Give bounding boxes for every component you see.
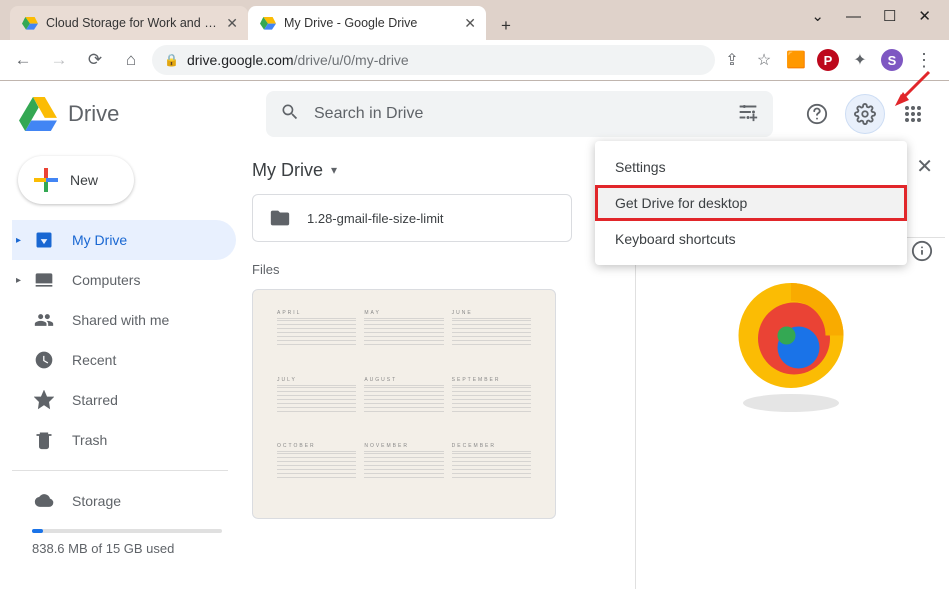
- search-icon: [280, 102, 300, 127]
- details-hero-illustration: [636, 238, 945, 418]
- files-section-label: Files: [252, 262, 619, 277]
- search-options-icon[interactable]: [737, 101, 759, 128]
- close-icon[interactable]: ✕: [226, 15, 238, 32]
- menu-item-settings[interactable]: Settings: [595, 149, 907, 185]
- browser-chrome: ⌄ — ☐ ✕ Cloud Storage for Work and Home …: [0, 0, 949, 81]
- drive-favicon-icon: [22, 15, 38, 31]
- drive-product-name: Drive: [68, 101, 119, 127]
- sidebar-item-label: Storage: [72, 493, 121, 509]
- cloud-icon: [34, 491, 54, 511]
- pinterest-icon[interactable]: P: [817, 49, 839, 71]
- browser-tab[interactable]: My Drive - Google Drive ✕: [248, 6, 486, 40]
- sidebar-item-label: Trash: [72, 432, 107, 448]
- trash-icon: [34, 430, 54, 450]
- caret-right-icon: ▸: [16, 275, 21, 286]
- folder-name: 1.28-gmail-file-size-limit: [307, 211, 444, 226]
- search-placeholder: Search in Drive: [314, 105, 723, 123]
- extension-icon[interactable]: 🟧: [785, 49, 807, 71]
- computers-icon: [34, 270, 54, 290]
- main-content: My Drive ▾ 1.28-gmail-file-size-limit Fi…: [236, 146, 635, 589]
- tab-title: Cloud Storage for Work and Home: [46, 16, 218, 30]
- drive-favicon-icon: [260, 15, 276, 31]
- sidebar-item-my-drive[interactable]: ▸ My Drive: [12, 220, 236, 260]
- back-button[interactable]: ←: [8, 45, 38, 75]
- bookmark-star-icon[interactable]: ☆: [753, 49, 775, 71]
- storage-progress: [32, 529, 222, 533]
- folder-item[interactable]: 1.28-gmail-file-size-limit: [252, 194, 572, 242]
- help-button[interactable]: [797, 94, 837, 134]
- sidebar-item-label: Computers: [72, 272, 140, 288]
- address-bar: ← → ⟳ ⌂ 🔒 drive.google.com/drive/u/0/my-…: [0, 40, 949, 80]
- tab-title: My Drive - Google Drive: [284, 16, 456, 30]
- forward-button[interactable]: →: [44, 45, 74, 75]
- new-button-label: New: [70, 172, 98, 188]
- settings-button[interactable]: [845, 94, 885, 134]
- browser-tab[interactable]: Cloud Storage for Work and Home ✕: [10, 6, 248, 40]
- sidebar-item-starred[interactable]: Starred: [12, 380, 236, 420]
- chevron-down-icon[interactable]: ⌄: [811, 7, 824, 25]
- storage-usage-text: 838.6 MB of 15 GB used: [12, 541, 236, 556]
- drive-logo-icon: [18, 97, 58, 131]
- settings-menu: Settings Get Drive for desktop Keyboard …: [595, 141, 907, 265]
- sidebar-item-label: Starred: [72, 392, 118, 408]
- reload-button[interactable]: ⟳: [80, 45, 110, 75]
- sidebar-item-trash[interactable]: Trash: [12, 420, 236, 460]
- tab-strip: Cloud Storage for Work and Home ✕ My Dri…: [0, 0, 949, 40]
- lock-icon: 🔒: [164, 53, 179, 67]
- star-icon: [34, 390, 54, 410]
- drive-header: Drive Search in Drive Settings: [4, 82, 945, 146]
- plus-icon: [34, 168, 58, 192]
- share-icon[interactable]: ⇪: [721, 49, 743, 71]
- extensions-puzzle-icon[interactable]: ✦: [849, 49, 871, 71]
- sidebar-item-recent[interactable]: Recent: [12, 340, 236, 380]
- menu-item-keyboard-shortcuts[interactable]: Keyboard shortcuts: [595, 221, 907, 257]
- sidebar-item-label: Recent: [72, 352, 116, 368]
- home-button[interactable]: ⌂: [116, 45, 146, 75]
- sidebar-item-storage[interactable]: Storage: [12, 481, 236, 521]
- drive-logo[interactable]: Drive: [18, 97, 254, 131]
- sidebar-item-shared[interactable]: Shared with me: [12, 300, 236, 340]
- menu-item-get-drive-desktop[interactable]: Get Drive for desktop: [595, 185, 907, 221]
- search-input[interactable]: Search in Drive: [266, 91, 773, 137]
- close-panel-button[interactable]: ✕: [916, 154, 933, 179]
- window-close-icon[interactable]: ✕: [918, 7, 931, 25]
- recent-icon: [34, 350, 54, 370]
- drive-app: Drive Search in Drive Settings: [4, 82, 945, 589]
- sidebar-item-label: Shared with me: [72, 312, 169, 328]
- breadcrumb-label: My Drive: [252, 160, 323, 181]
- folder-icon: [269, 207, 291, 229]
- window-minimize-icon[interactable]: —: [846, 8, 861, 25]
- sidebar-item-label: My Drive: [72, 232, 127, 248]
- new-button[interactable]: New: [18, 156, 134, 204]
- breadcrumb[interactable]: My Drive ▾: [252, 146, 619, 194]
- sidebar-item-computers[interactable]: ▸ Computers: [12, 260, 236, 300]
- annotation-arrow: [891, 70, 931, 110]
- shared-icon: [34, 310, 54, 330]
- kebab-menu-icon[interactable]: ⋮: [913, 49, 935, 71]
- my-drive-icon: [34, 230, 54, 250]
- window-maximize-icon[interactable]: ☐: [883, 7, 896, 25]
- profile-avatar[interactable]: S: [881, 49, 903, 71]
- chevron-down-icon: ▾: [331, 163, 337, 177]
- sidebar: New ▸ My Drive ▸ Computers Shared with m…: [4, 146, 236, 589]
- url-text: drive.google.com/drive/u/0/my-drive: [187, 52, 409, 68]
- new-tab-button[interactable]: +: [492, 12, 520, 40]
- close-icon[interactable]: ✕: [464, 15, 476, 32]
- caret-right-icon: ▸: [16, 235, 21, 246]
- file-thumbnail[interactable]: APRIL MAY JUNE JULY AUGUST SEPTEMBER OCT…: [252, 289, 556, 519]
- url-input[interactable]: 🔒 drive.google.com/drive/u/0/my-drive: [152, 45, 715, 75]
